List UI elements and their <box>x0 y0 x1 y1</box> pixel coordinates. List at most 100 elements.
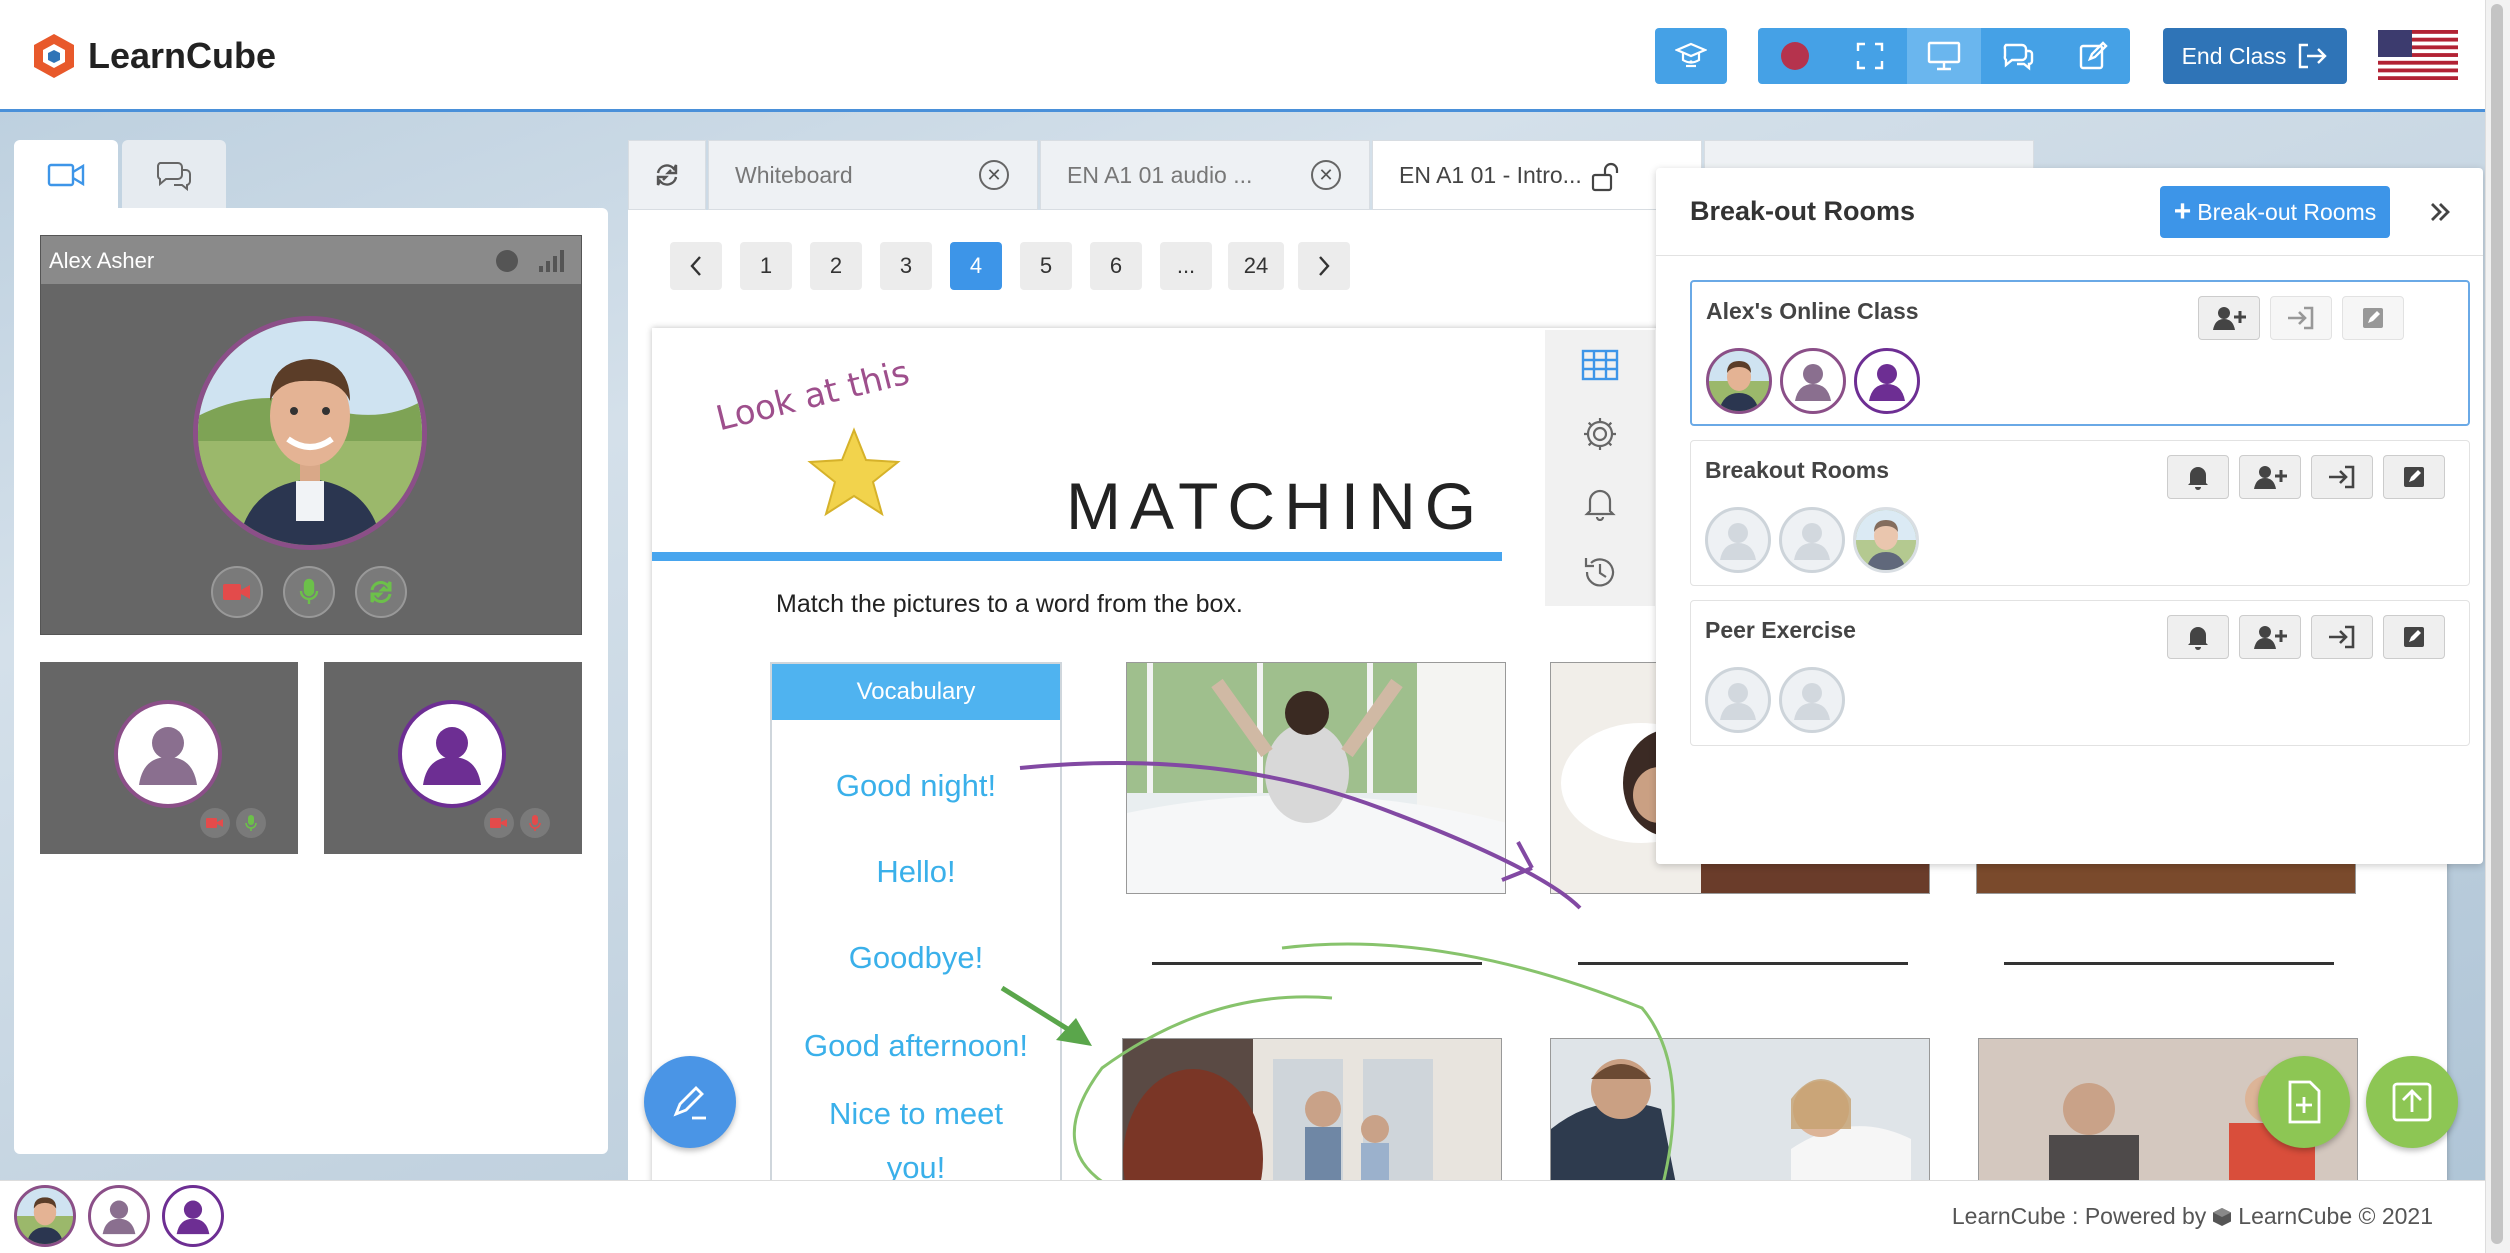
tab-audio[interactable]: EN A1 01 audio ... ✕ <box>1040 140 1370 210</box>
switch-camera-button[interactable] <box>355 566 407 618</box>
slide-tools <box>1545 330 1655 606</box>
add-participant-button[interactable] <box>2239 455 2301 499</box>
participant-name: Alex Asher <box>49 248 155 273</box>
tab-intro[interactable]: EN A1 01 - Intro... <box>1372 140 1702 210</box>
refresh-icon <box>656 164 678 186</box>
notify-room-button[interactable] <box>2167 615 2229 659</box>
add-document-button[interactable] <box>2258 1056 2350 1148</box>
teacher-mode-button[interactable] <box>1655 28 1727 84</box>
record-icon <box>1781 42 1810 70</box>
mic-toggle-button[interactable] <box>283 566 335 618</box>
user-icon <box>1869 364 1905 401</box>
footer-participant-avatar[interactable] <box>162 1185 224 1247</box>
room-card[interactable]: Alex's Online Class <box>1690 280 2470 426</box>
footer-text: LearnCube : Powered by <box>1951 1203 2207 1229</box>
pen-tool-button[interactable] <box>644 1056 736 1148</box>
room-participant-avatar <box>1779 507 1845 573</box>
page-button[interactable]: 6 <box>1090 242 1142 290</box>
close-icon[interactable]: ✕ <box>979 160 1009 190</box>
sign-in-icon <box>2288 306 2314 330</box>
participant-mic-button[interactable] <box>236 808 266 838</box>
page-button[interactable]: 5 <box>1020 242 1072 290</box>
page-button-current[interactable]: 4 <box>950 242 1002 290</box>
footer-brand: LearnCube © 2021 <box>2238 1203 2433 1229</box>
bell-icon <box>1584 489 1616 521</box>
top-bar: LearnCube End Class <box>0 0 2485 112</box>
upload-button[interactable] <box>2366 1056 2458 1148</box>
edit-room-button[interactable] <box>2342 296 2404 340</box>
join-room-button[interactable] <box>2311 455 2373 499</box>
chat-toggle-button[interactable] <box>1981 28 2055 84</box>
page-ellipsis-button[interactable]: ... <box>1160 242 1212 290</box>
settings-button[interactable] <box>1545 399 1655 468</box>
grid-view-button[interactable] <box>1545 330 1655 399</box>
room-card[interactable]: Breakout Rooms <box>1690 440 2470 586</box>
unlock-icon[interactable] <box>1591 161 1625 193</box>
add-participant-button[interactable] <box>2239 615 2301 659</box>
page-button[interactable]: 2 <box>810 242 862 290</box>
screen-share-button[interactable] <box>1906 28 1982 84</box>
edit-room-button[interactable] <box>2383 615 2445 659</box>
page-button[interactable]: 1 <box>740 242 792 290</box>
microphone-icon <box>245 815 257 831</box>
participant-camera-button[interactable] <box>200 808 230 838</box>
tab-chat[interactable] <box>122 140 226 210</box>
room-participant-avatar <box>1705 667 1771 733</box>
tab-whiteboard[interactable]: Whiteboard ✕ <box>708 140 1038 210</box>
notify-room-button[interactable] <box>2167 455 2229 499</box>
join-room-button[interactable] <box>2311 615 2373 659</box>
notifications-button[interactable] <box>1545 468 1655 537</box>
history-button[interactable] <box>1545 537 1655 606</box>
main-video-avatar <box>193 316 427 550</box>
learncube-logo-icon <box>34 34 74 78</box>
bell-icon <box>2188 627 2208 650</box>
add-participant-button[interactable] <box>2198 296 2260 340</box>
notes-button[interactable] <box>2056 28 2130 84</box>
camera-icon <box>223 584 250 600</box>
close-icon[interactable]: ✕ <box>1311 160 1341 190</box>
footer-participant-avatar[interactable] <box>88 1185 150 1247</box>
chat-bubbles-icon <box>156 162 191 191</box>
us-flag-icon[interactable] <box>2378 30 2458 80</box>
breakout-header: Break-out Rooms + Break-out Rooms <box>1656 168 2483 256</box>
participant-video-tile[interactable] <box>324 662 582 854</box>
participant-mic-button[interactable] <box>520 808 550 838</box>
edit-room-button[interactable] <box>2383 455 2445 499</box>
room-card[interactable]: Peer Exercise <box>1690 600 2470 746</box>
fullscreen-button[interactable] <box>1832 28 1906 84</box>
record-button[interactable] <box>1758 28 1832 84</box>
room-participant-avatar <box>1779 667 1845 733</box>
room-participant-avatar <box>1780 348 1846 414</box>
page-button-last[interactable]: 24 <box>1228 242 1284 290</box>
user-icon <box>1794 683 1830 720</box>
status-dot-icon <box>496 250 518 272</box>
main-video-tile[interactable]: Alex Asher <box>40 235 582 635</box>
refresh-icon <box>370 581 392 603</box>
edit-icon <box>2404 627 2424 647</box>
chevron-right-icon <box>1319 256 1330 276</box>
participant-camera-button[interactable] <box>484 808 514 838</box>
microphone-icon <box>299 578 319 604</box>
footer-participant-avatar[interactable] <box>14 1185 76 1247</box>
camera-toggle-button[interactable] <box>211 566 263 618</box>
tab-label: Whiteboard <box>735 161 853 188</box>
exit-icon <box>2299 43 2328 69</box>
participant-video-tile[interactable] <box>40 662 298 854</box>
tab-video[interactable] <box>14 140 118 210</box>
app-name: LearnCube <box>88 35 277 76</box>
refresh-tabs-button[interactable] <box>628 140 706 210</box>
teacher-photo-icon <box>1709 351 1769 411</box>
add-breakout-room-button[interactable]: + Break-out Rooms <box>2160 186 2390 238</box>
app-logo[interactable]: LearnCube <box>32 32 276 80</box>
user-icon <box>102 1200 136 1235</box>
participant-avatar <box>114 700 222 808</box>
join-room-button[interactable] <box>2270 296 2332 340</box>
collapse-panel-icon[interactable] <box>2428 200 2452 224</box>
next-page-button[interactable] <box>1298 242 1350 290</box>
end-class-button[interactable]: End Class <box>2163 28 2347 84</box>
plus-icon: + <box>2173 195 2192 228</box>
scrollbar-thumb[interactable] <box>2491 4 2503 1244</box>
page-button[interactable]: 3 <box>880 242 932 290</box>
chevron-left-icon <box>690 256 701 276</box>
prev-page-button[interactable] <box>670 242 722 290</box>
